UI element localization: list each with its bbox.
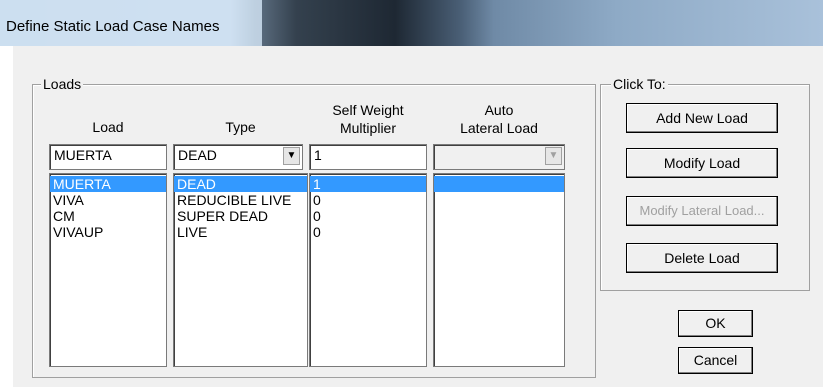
list-item[interactable] bbox=[434, 176, 564, 192]
chevron-down-icon: ▼ bbox=[545, 147, 562, 165]
header-auto-lateral-line1: Auto bbox=[484, 102, 514, 118]
list-item[interactable]: REDUCIBLE LIVE bbox=[174, 192, 307, 208]
load-name-input[interactable]: MUERTA bbox=[49, 144, 167, 170]
list-item[interactable]: 1 bbox=[310, 176, 426, 192]
type-select-value: DEAD bbox=[178, 147, 217, 163]
header-auto-lateral-line2: Lateral Load bbox=[460, 120, 538, 136]
delete-load-button[interactable]: Delete Load bbox=[626, 243, 778, 273]
header-self-weight: Self Weight Multiplier bbox=[309, 101, 427, 137]
header-auto-lateral: Auto Lateral Load bbox=[433, 101, 565, 137]
list-item[interactable]: SUPER DEAD bbox=[174, 208, 307, 224]
cancel-button[interactable]: Cancel bbox=[678, 347, 753, 374]
type-select[interactable]: DEAD ▼ bbox=[173, 144, 303, 170]
list-item[interactable] bbox=[434, 192, 564, 208]
header-self-weight-line1: Self Weight bbox=[332, 102, 404, 118]
window-title: Define Static Load Case Names bbox=[6, 18, 220, 35]
list-item[interactable]: 0 bbox=[310, 224, 426, 240]
click-to-legend: Click To: bbox=[611, 76, 668, 92]
header-self-weight-line2: Multiplier bbox=[339, 120, 396, 136]
load-list[interactable]: MUERTA VIVA CM VIVAUP bbox=[49, 173, 167, 367]
list-item[interactable]: VIVAUP bbox=[50, 224, 166, 240]
ok-button[interactable]: OK bbox=[678, 310, 753, 337]
loads-legend: Loads bbox=[41, 76, 84, 92]
list-item[interactable] bbox=[434, 224, 564, 240]
multiplier-list[interactable]: 1 0 0 0 bbox=[309, 173, 427, 367]
modify-load-button[interactable]: Modify Load bbox=[626, 148, 778, 178]
list-item[interactable]: DEAD bbox=[174, 176, 307, 192]
list-item[interactable]: MUERTA bbox=[50, 176, 166, 192]
list-item[interactable]: LIVE bbox=[174, 224, 307, 240]
title-bar: Define Static Load Case Names bbox=[0, 0, 823, 46]
header-load: Load bbox=[92, 119, 124, 135]
list-item[interactable]: 0 bbox=[310, 192, 426, 208]
type-list[interactable]: DEAD REDUCIBLE LIVE SUPER DEAD LIVE bbox=[173, 173, 308, 367]
self-weight-input[interactable]: 1 bbox=[309, 144, 427, 170]
list-item[interactable] bbox=[434, 208, 564, 224]
list-item[interactable]: 0 bbox=[310, 208, 426, 224]
modify-lateral-load-button: Modify Lateral Load... bbox=[626, 196, 778, 226]
add-new-load-button[interactable]: Add New Load bbox=[626, 103, 778, 133]
lateral-list[interactable] bbox=[433, 173, 565, 367]
auto-lateral-select: ▼ bbox=[433, 144, 565, 170]
list-item[interactable]: VIVA bbox=[50, 192, 166, 208]
list-item[interactable]: CM bbox=[50, 208, 166, 224]
header-type: Type bbox=[225, 119, 256, 135]
chevron-down-icon[interactable]: ▼ bbox=[283, 147, 300, 165]
dialog-client: Loads Load Type Self Weight Multiplier A… bbox=[13, 46, 823, 387]
